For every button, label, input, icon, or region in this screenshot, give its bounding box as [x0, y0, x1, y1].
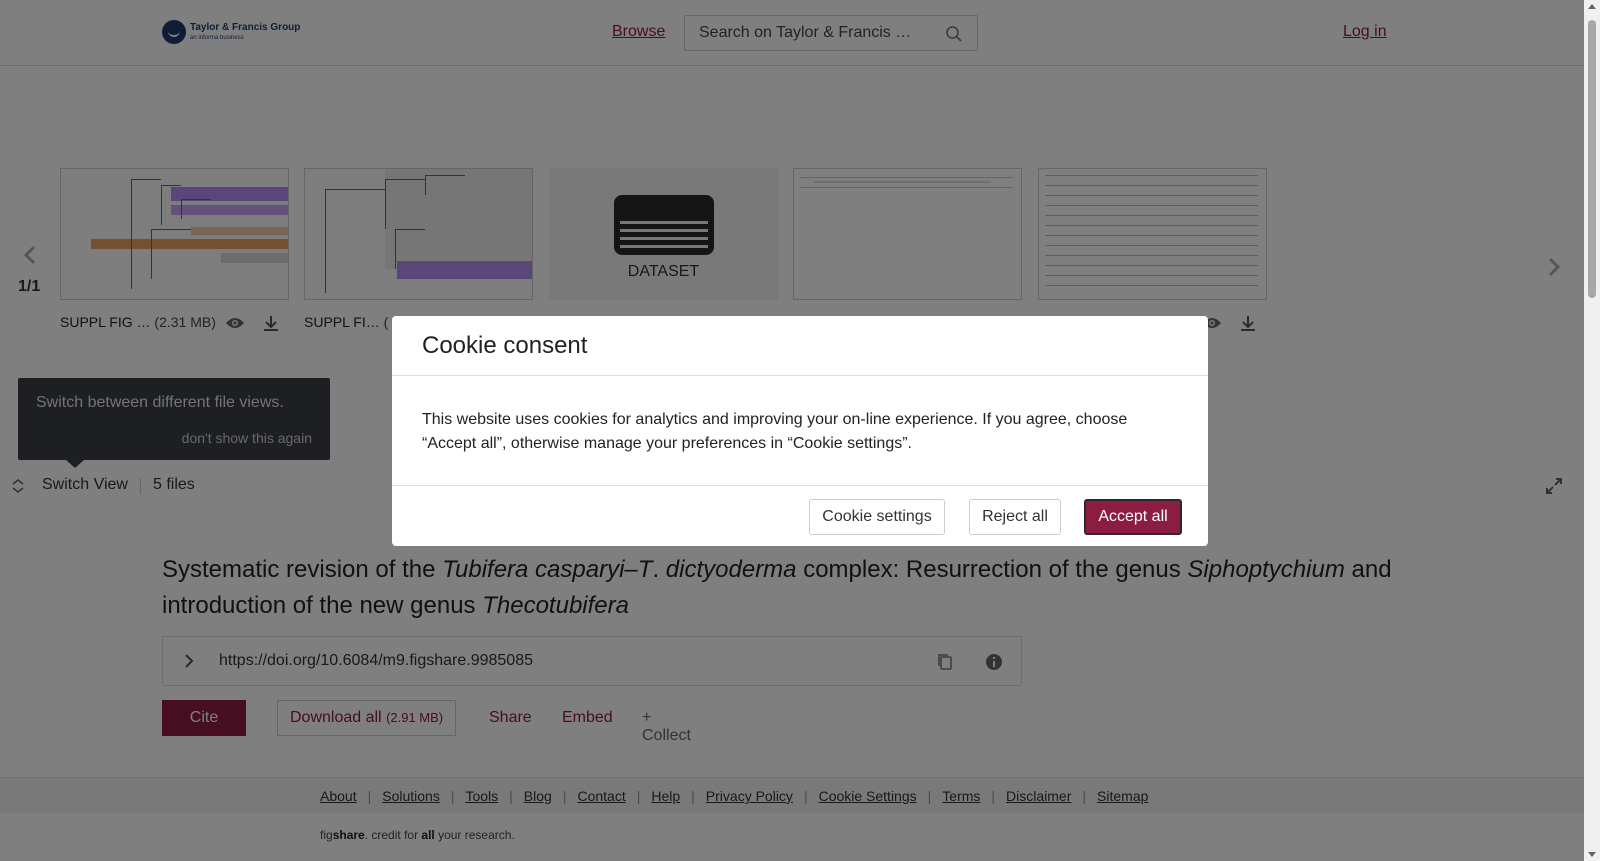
scroll-thumb[interactable]: [1588, 20, 1596, 298]
accept-all-button[interactable]: Accept all: [1084, 499, 1182, 535]
reject-all-button[interactable]: Reject all: [969, 499, 1061, 535]
page-scrollbar[interactable]: [1584, 0, 1600, 861]
scroll-up-icon[interactable]: [1588, 4, 1596, 9]
cookie-settings-button[interactable]: Cookie settings: [809, 499, 945, 535]
cookie-consent-dialog: Cookie consent This website uses cookies…: [392, 316, 1208, 546]
cookie-dialog-title: Cookie consent: [422, 332, 588, 359]
scroll-down-icon[interactable]: [1588, 852, 1596, 857]
cookie-dialog-body: This website uses cookies for analytics …: [422, 411, 1128, 452]
